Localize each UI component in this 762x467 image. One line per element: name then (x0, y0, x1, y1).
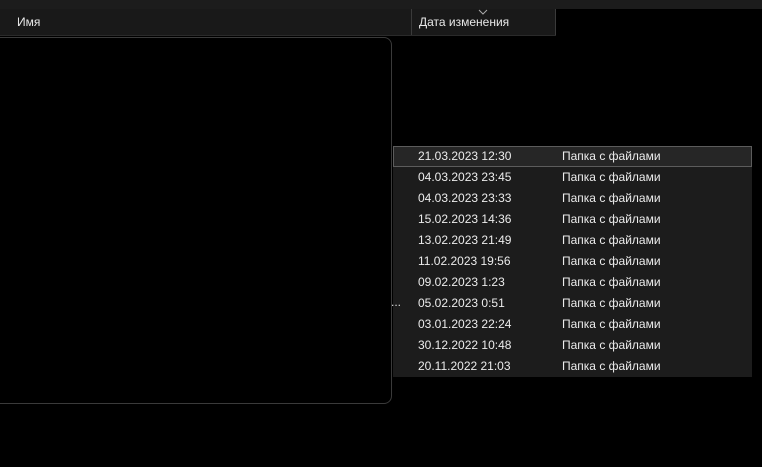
date-modified-cell: 03.01.2023 22:24 (418, 317, 512, 331)
file-row[interactable]: 04.03.2023 23:33 Папка с файлами (393, 188, 752, 209)
date-modified-cell: 11.02.2023 19:56 (418, 254, 511, 268)
type-cell: Папка с файлами (562, 359, 661, 373)
file-explorer-view: Имя Дата изменения 21.03.2023 12:30 Папка… (0, 0, 762, 467)
column-header-name[interactable]: Имя (0, 9, 411, 35)
file-row[interactable]: 30.12.2022 10:48 Папка с файлами (393, 335, 752, 356)
type-cell: Папка с файлами (562, 296, 661, 310)
date-modified-cell: 13.02.2023 21:49 (418, 233, 512, 247)
file-row[interactable]: 13.02.2023 21:49 Папка с файлами (393, 230, 752, 251)
type-cell: Папка с файлами (562, 149, 661, 163)
file-row[interactable]: 11.02.2023 19:56 Папка с файлами (393, 251, 752, 272)
type-cell: Папка с файлами (562, 275, 661, 289)
date-modified-cell: 15.02.2023 14:36 (418, 212, 512, 226)
file-row[interactable]: 03.01.2023 22:24 Папка с файлами (393, 314, 752, 335)
date-modified-cell: 05.02.2023 0:51 (418, 296, 505, 310)
type-cell: Папка с файлами (562, 233, 661, 247)
type-cell: Папка с файлами (562, 170, 661, 184)
type-cell: Папка с файлами (562, 191, 661, 205)
date-modified-cell: 04.03.2023 23:45 (418, 170, 512, 184)
file-row[interactable]: 05.02.2023 0:51 Папка с файлами (393, 293, 752, 314)
toolbar-strip (0, 0, 762, 9)
type-cell: Папка с файлами (562, 212, 661, 226)
file-row[interactable]: 04.03.2023 23:45 Папка с файлами (393, 167, 752, 188)
date-modified-cell: 04.03.2023 23:33 (418, 191, 512, 205)
date-modified-cell: 30.12.2022 10:48 (418, 338, 512, 352)
type-cell: Папка с файлами (562, 317, 661, 331)
date-modified-cell: 20.11.2022 21:03 (418, 359, 511, 373)
file-list: 21.03.2023 12:30 Папка с файлами 04.03.202… (393, 146, 752, 377)
date-modified-cell: 21.03.2023 12:30 (418, 149, 512, 163)
column-header-bar: Имя Дата изменения (0, 9, 556, 36)
file-row[interactable]: 09.02.2023 1:23 Папка с файлами (393, 272, 752, 293)
truncated-name-ellipsis: ... (391, 295, 402, 309)
file-row[interactable]: 21.03.2023 12:30 Папка с файлами (393, 146, 752, 167)
preview-popup (0, 37, 392, 404)
type-cell: Папка с файлами (562, 338, 661, 352)
chevron-down-icon (478, 9, 488, 15)
type-cell: Папка с файлами (562, 254, 661, 268)
file-row[interactable]: 15.02.2023 14:36 Папка с файлами (393, 209, 752, 230)
date-modified-cell: 09.02.2023 1:23 (418, 275, 505, 289)
file-row[interactable]: 20.11.2022 21:03 Папка с файлами (393, 356, 752, 377)
